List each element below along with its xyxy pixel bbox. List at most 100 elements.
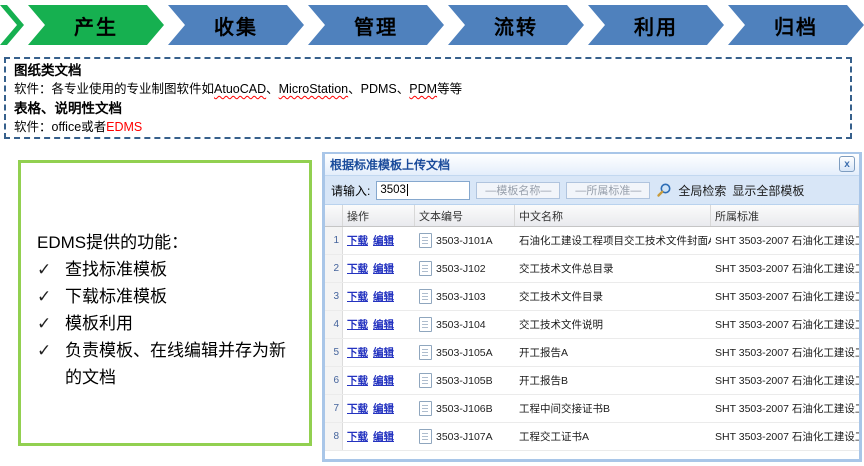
window-toolbar: 请输入: 3503 —模板名称— —所属标准— 全局检索 显示全部模板 (325, 176, 859, 205)
edit-link[interactable]: 编辑 (373, 317, 394, 332)
document-icon (419, 401, 432, 416)
row-number: 2 (325, 255, 343, 282)
row-code-text: 3503-J107A (436, 431, 493, 443)
edit-link[interactable]: 编辑 (373, 233, 394, 248)
edit-link[interactable]: 编辑 (373, 345, 394, 360)
process-stage-2: 收集 (168, 5, 304, 45)
row-actions: 下载编辑 (343, 227, 415, 254)
slide-canvas: 产生收集管理流转利用归档 图纸类文档 软件：各专业使用的专业制图软件如AtuoC… (0, 0, 864, 466)
process-flow: 产生收集管理流转利用归档 (0, 5, 864, 45)
edms-functions-list: ✓查找标准模板✓下载标准模板✓模板利用✓负责模板、在线编辑并存为新的文档 (37, 256, 299, 391)
download-link[interactable]: 下载 (347, 233, 368, 248)
edms-function-label: 下载标准模板 (65, 287, 167, 306)
process-stage-label: 归档 (774, 11, 818, 40)
edms-function-item: ✓模板利用 (37, 310, 299, 337)
row-code: 3503-J105A (415, 339, 515, 366)
check-icon: ✓ (37, 337, 65, 364)
row-standard: SHT 3503-2007 石油化工建设工程项目交工… (711, 339, 859, 366)
row-number: 5 (325, 339, 343, 366)
column-header-name[interactable]: 中文名称 (515, 205, 711, 226)
table-row[interactable]: 3下载编辑3503-J103交工技术文件目录SHT 3503-2007 石油化工… (325, 283, 859, 311)
edms-function-label: 查找标准模板 (65, 260, 167, 279)
row-actions: 下载编辑 (343, 283, 415, 310)
row-standard: SHT 3503-2007 石油化工建设工程项目交工… (711, 255, 859, 282)
row-number: 1 (325, 227, 343, 254)
row-name: 交工技术文件目录 (515, 283, 711, 310)
global-search-button[interactable]: 全局检索 (678, 182, 726, 199)
upload-window: 根据标准模板上传文档 x 请输入: 3503 —模板名称— —所属标准— 全局检… (322, 152, 862, 462)
row-standard: SHT 3503-2007 石油化工建设工程项目交工… (711, 311, 859, 338)
row-standard: SHT 3503-2007 石油化工建设工程项目交工… (711, 227, 859, 254)
table-row[interactable]: 1下载编辑3503-J101A石油化工建设工程项目交工技术文件封面ASHT 35… (325, 227, 859, 255)
row-code: 3503-J107A (415, 423, 515, 450)
download-link[interactable]: 下载 (347, 373, 368, 388)
row-number: 8 (325, 423, 343, 450)
column-header-code[interactable]: 文本编号 (415, 205, 515, 226)
edms-functions-panel: EDMS提供的功能： ✓查找标准模板✓下载标准模板✓模板利用✓负责模板、在线编辑… (18, 160, 312, 446)
edms-functions-heading: EDMS提供的功能： (37, 229, 299, 256)
process-flow-lead-sliver (0, 5, 24, 45)
table-row[interactable]: 7下载编辑3503-J106B工程中间交接证书BSHT 3503-2007 石油… (325, 395, 859, 423)
table-row[interactable]: 6下载编辑3503-J105B开工报告BSHT 3503-2007 石油化工建设… (325, 367, 859, 395)
edit-link[interactable]: 编辑 (373, 289, 394, 304)
process-stage-3: 管理 (308, 5, 444, 45)
table-row[interactable]: 2下载编辑3503-J102交工技术文件总目录SHT 3503-2007 石油化… (325, 255, 859, 283)
row-actions: 下载编辑 (343, 367, 415, 394)
column-header-actions[interactable]: 操作 (343, 205, 415, 226)
download-link[interactable]: 下载 (347, 317, 368, 332)
text-caret (407, 184, 408, 196)
search-input[interactable]: 3503 (376, 181, 470, 200)
download-link[interactable]: 下载 (347, 429, 368, 444)
edms-function-label: 负责模板、在线编辑并存为新的文档 (65, 341, 286, 387)
edit-link[interactable]: 编辑 (373, 373, 394, 388)
row-name: 开工报告A (515, 339, 711, 366)
close-icon[interactable]: x (839, 156, 855, 172)
edit-link[interactable]: 编辑 (373, 261, 394, 276)
download-link[interactable]: 下载 (347, 261, 368, 276)
note-title-tables: 表格、说明性文档 (14, 99, 842, 118)
download-link[interactable]: 下载 (347, 401, 368, 416)
document-icon (419, 233, 432, 248)
row-code-text: 3503-J103 (436, 291, 486, 303)
note-title-drawings: 图纸类文档 (14, 61, 842, 80)
window-title: 根据标准模板上传文档 (325, 156, 450, 173)
separator: 、 (266, 82, 279, 96)
standard-select[interactable]: —所属标准— (566, 182, 650, 199)
row-code: 3503-J104 (415, 311, 515, 338)
document-icon (419, 289, 432, 304)
template-name-select[interactable]: —模板名称— (476, 182, 560, 199)
table-row[interactable]: 8下载编辑3503-J107A工程交工证书ASHT 3503-2007 石油化工… (325, 423, 859, 451)
check-icon: ✓ (37, 256, 65, 283)
note-software-prefix: 软件：各专业使用的专业制图软件如 (14, 82, 214, 96)
grid-header: 操作 文本编号 中文名称 所属标准 (325, 205, 859, 227)
table-row[interactable]: 4下载编辑3503-J104交工技术文件说明SHT 3503-2007 石油化工… (325, 311, 859, 339)
note-software-tables-prefix: 软件：office或者 (14, 120, 106, 134)
download-link[interactable]: 下载 (347, 289, 368, 304)
table-row[interactable]: 5下载编辑3503-J105A开工报告ASHT 3503-2007 石油化工建设… (325, 339, 859, 367)
edit-link[interactable]: 编辑 (373, 401, 394, 416)
row-name: 工程中间交接证书B (515, 395, 711, 422)
row-actions: 下载编辑 (343, 423, 415, 450)
process-stage-4: 流转 (448, 5, 584, 45)
process-stage-label: 管理 (354, 11, 398, 40)
document-icon (419, 345, 432, 360)
edms-function-item: ✓查找标准模板 (37, 256, 299, 283)
software-pdm: PDM (409, 82, 437, 96)
row-code-text: 3503-J104 (436, 319, 486, 331)
edit-link[interactable]: 编辑 (373, 429, 394, 444)
row-standard: SHT 3503-2007 石油化工建设工程项目交工… (711, 423, 859, 450)
download-link[interactable]: 下载 (347, 345, 368, 360)
search-input-value: 3503 (380, 184, 406, 196)
row-code-text: 3503-J105B (436, 375, 493, 387)
column-header-standard[interactable]: 所属标准 (711, 205, 859, 226)
search-input-label: 请输入: (331, 182, 370, 199)
row-code-text: 3503-J101A (436, 235, 493, 247)
row-actions: 下载编辑 (343, 339, 415, 366)
row-number: 7 (325, 395, 343, 422)
software-edms: EDMS (106, 120, 142, 134)
process-stage-6: 归档 (728, 5, 864, 45)
row-code: 3503-J106B (415, 395, 515, 422)
show-all-templates-button[interactable]: 显示全部模板 (732, 182, 804, 199)
magnifier-icon (656, 182, 672, 198)
process-stage-label: 利用 (634, 11, 678, 40)
